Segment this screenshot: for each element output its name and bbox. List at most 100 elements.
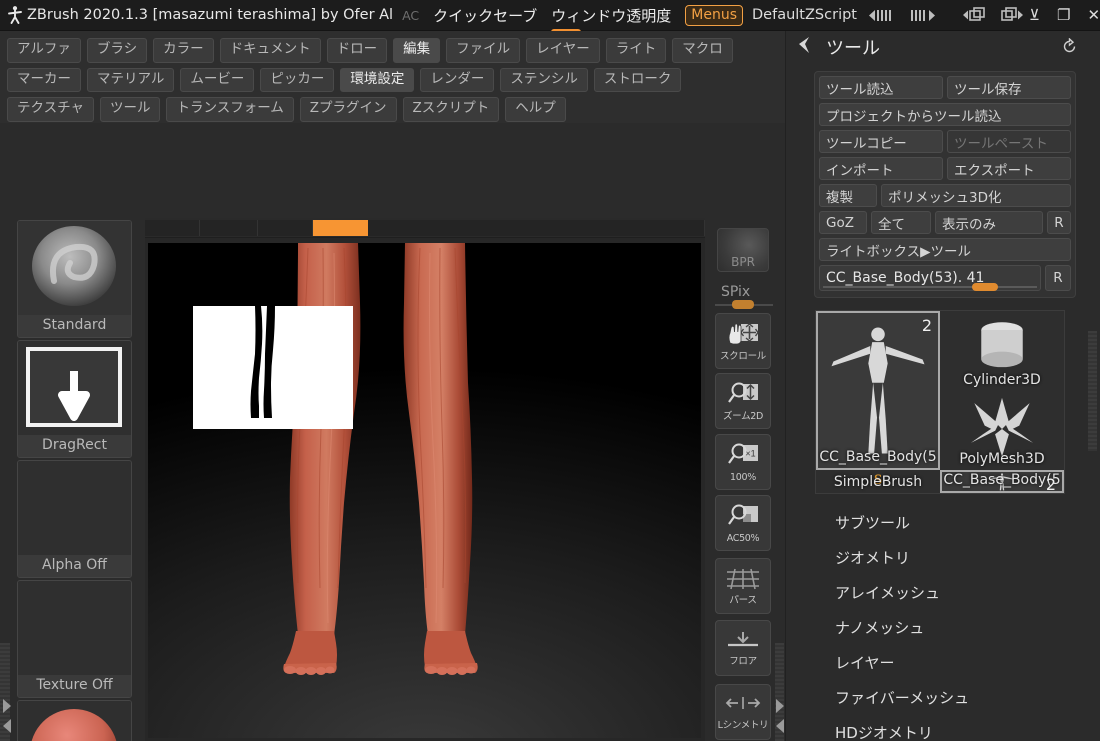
menus-toggle-button[interactable]: Menus xyxy=(685,4,744,26)
menu-light[interactable]: ライト xyxy=(605,38,667,63)
menu-stencil[interactable]: ステンシル xyxy=(500,67,588,93)
texture-swatch[interactable]: Texture Off xyxy=(17,580,132,698)
bpr-label: BPR xyxy=(731,255,755,269)
menu-row-2: マーカー マテリアル ムービー ピッカー 環境設定 レンダー ステンシル ストロ… xyxy=(7,67,785,93)
quicksave-button[interactable]: クイックセーブ xyxy=(433,5,537,26)
menu-render[interactable]: レンダー xyxy=(420,67,495,93)
svg-text:×1: ×1 xyxy=(745,448,755,458)
current-tool-slider[interactable]: CC_Base_Body(53). 41 xyxy=(819,265,1041,291)
current-tool-knob[interactable] xyxy=(972,283,998,291)
save-tool-button[interactable]: ツール保存 xyxy=(947,76,1071,99)
menu-marker[interactable]: マーカー xyxy=(7,67,81,93)
window-next-icon[interactable] xyxy=(999,6,1029,24)
import-button[interactable]: インポート xyxy=(819,157,943,180)
menu-tool[interactable]: ツール xyxy=(99,97,161,122)
copy-tool-button[interactable]: ツールコピー xyxy=(819,130,943,153)
menu-zplugin[interactable]: Zプラグイン xyxy=(299,97,397,122)
subpalette-subtool[interactable]: サブツール xyxy=(815,505,1090,540)
tool-grid-item-polymesh3d[interactable]: PolyMesh3D xyxy=(940,390,1064,470)
left-tray-expand-arrows[interactable] xyxy=(0,688,14,741)
document-canvas[interactable] xyxy=(148,243,701,738)
window-prev-icon[interactable] xyxy=(959,6,989,24)
window-controls: ⊻ ❐ ✕ xyxy=(1029,6,1100,24)
menu-zscript[interactable]: Zスクリプト xyxy=(402,97,500,122)
tool-grid-item-cylinder3d[interactable]: Cylinder3D xyxy=(940,311,1064,391)
menu-transform[interactable]: トランスフォーム xyxy=(166,97,294,122)
floor-button[interactable]: フロア xyxy=(715,620,771,676)
menu-movie[interactable]: ムービー xyxy=(180,67,255,93)
menu-edit[interactable]: 編集 xyxy=(393,38,441,63)
menu-stroke[interactable]: ストローク xyxy=(593,67,682,93)
all-button[interactable]: 全て xyxy=(871,211,931,234)
scroll-label: スクロール xyxy=(719,350,766,362)
brush-swatch[interactable]: Standard xyxy=(17,220,132,338)
subpalette-layers[interactable]: レイヤー xyxy=(815,645,1090,680)
perspective-button[interactable]: パース xyxy=(715,558,771,614)
menu-draw[interactable]: ドロー xyxy=(326,38,388,63)
menu-layer[interactable]: レイヤー xyxy=(526,38,600,63)
zoom-fit-button[interactable]: AC50% xyxy=(715,495,771,551)
menu-preferences[interactable]: 環境設定 xyxy=(340,67,415,93)
default-zscript-label[interactable]: DefaultZScript xyxy=(752,7,857,23)
scroll-left-icon[interactable] xyxy=(867,8,899,23)
hand-scroll-icon xyxy=(726,321,760,350)
make-polymesh3d-button[interactable]: ポリメッシュ3D化 xyxy=(881,184,1071,207)
stroke-swatch[interactable]: DragRect xyxy=(17,340,132,458)
subpalette-nanomesh[interactable]: ナノメッシュ xyxy=(815,610,1090,645)
canvas-area[interactable] xyxy=(145,218,705,741)
lightbox-tool-button[interactable]: ライトボックス▶ツール xyxy=(819,238,1071,261)
canvas-ruler[interactable] xyxy=(145,218,705,238)
menu-alpha[interactable]: アルファ xyxy=(7,38,81,63)
current-tool-r-button[interactable]: R xyxy=(1045,265,1071,291)
export-button[interactable]: エクスポート xyxy=(947,157,1071,180)
brush-swirl-thumbnail xyxy=(18,221,131,315)
spix-slider-knob[interactable] xyxy=(732,300,754,309)
restore-button[interactable]: ❐ xyxy=(1057,6,1070,24)
clone-button[interactable]: 複製 xyxy=(819,184,877,207)
menu-macro[interactable]: マクロ xyxy=(672,38,733,63)
tool-panel-scrollbar[interactable] xyxy=(1088,331,1097,451)
tool-grid-item-simplebrush[interactable]: S SimpleBrush xyxy=(816,470,940,493)
material-swatch[interactable] xyxy=(17,700,132,741)
subpalette-geometry[interactable]: ジオメトリ xyxy=(815,540,1090,575)
menu-color[interactable]: カラー xyxy=(153,38,214,63)
load-project-row: プロジェクトからツール読込 xyxy=(819,103,1071,126)
floor-label: フロア xyxy=(729,655,757,667)
window-opacity-slider[interactable]: ウィンドウ透明度 xyxy=(551,5,672,36)
ruler-active-segment[interactable] xyxy=(313,219,368,236)
menu-texture[interactable]: テクスチャ xyxy=(7,97,94,122)
back-arrow-icon[interactable] xyxy=(793,34,815,60)
menu-help[interactable]: ヘルプ xyxy=(505,97,566,122)
symmetry-button[interactable]: Lシンメトリ xyxy=(715,684,771,740)
scroll-button[interactable]: スクロール xyxy=(715,313,771,369)
tool-grid-label-cylinder: Cylinder3D xyxy=(963,371,1041,388)
menu-brush[interactable]: ブラシ xyxy=(86,38,148,63)
menu-material[interactable]: マテリアル xyxy=(87,67,175,93)
paste-tool-button[interactable]: ツールペースト xyxy=(947,130,1071,153)
stencil-white-rect[interactable] xyxy=(193,306,353,429)
floor-grid-icon xyxy=(725,630,761,655)
reset-icon[interactable] xyxy=(1061,37,1078,59)
load-tool-button[interactable]: ツール読込 xyxy=(819,76,943,99)
menu-picker[interactable]: ピッカー xyxy=(260,67,335,93)
goz-r-button[interactable]: R xyxy=(1047,211,1071,234)
alpha-swatch[interactable]: Alpha Off xyxy=(17,460,132,578)
subpalette-arraymesh[interactable]: アレイメッシュ xyxy=(815,575,1090,610)
subpalette-fibermesh[interactable]: ファイバーメッシュ xyxy=(815,680,1090,715)
spix-label: SPix xyxy=(721,284,751,300)
menu-document[interactable]: ドキュメント xyxy=(219,38,321,63)
subpalette-hdgeometry[interactable]: HDジオメトリ xyxy=(815,715,1090,741)
actual-size-button[interactable]: ×1 100% xyxy=(715,434,771,490)
visible-only-button[interactable]: 表示のみ xyxy=(935,211,1043,234)
current-tool-track[interactable] xyxy=(823,286,1037,288)
bpr-render-button[interactable]: BPR xyxy=(717,228,769,272)
goz-button[interactable]: GoZ xyxy=(819,211,867,234)
load-tool-from-project-button[interactable]: プロジェクトからツール読込 xyxy=(819,103,1071,126)
menu-file[interactable]: ファイル xyxy=(446,38,521,63)
tool-grid-item-cc-base-body-b[interactable]: 2 CC_Base_Body(5 xyxy=(940,470,1064,493)
tool-grid-item-cc-base-body-a[interactable]: 2 CC_Base_Body(5 xyxy=(816,311,940,470)
scroll-right-icon[interactable] xyxy=(909,8,941,23)
zoom2d-button[interactable]: ズーム2D xyxy=(715,373,771,429)
minimize-button[interactable]: ⊻ xyxy=(1029,6,1040,24)
close-button[interactable]: ✕ xyxy=(1087,6,1100,24)
